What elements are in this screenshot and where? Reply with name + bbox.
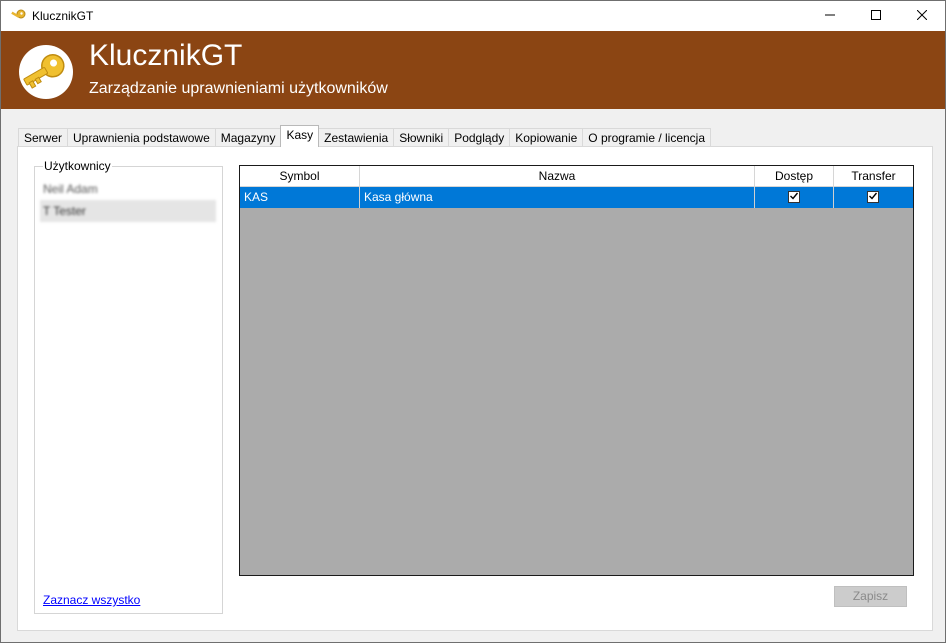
tab-magazyny[interactable]: Magazyny	[214, 128, 282, 147]
key-logo-icon	[19, 45, 73, 99]
app-window: KlucznikGT KlucznikGT Zarządzanie uprawn…	[0, 0, 946, 643]
minimize-icon	[825, 9, 835, 23]
tab-uprawnienia-podstawowe[interactable]: Uprawnienia podstawowe	[67, 128, 216, 147]
app-header: KlucznikGT Zarządzanie uprawnieniami uży…	[1, 31, 945, 109]
window-title: KlucznikGT	[32, 9, 94, 23]
key-icon	[10, 9, 26, 23]
title-bar[interactable]: KlucznikGT	[1, 1, 945, 31]
select-all-link[interactable]: Zaznacz wszystko	[43, 593, 140, 607]
column-header-dostep[interactable]: Dostęp	[755, 166, 834, 187]
cell-transfer	[834, 187, 913, 208]
app-name: KlucznikGT	[89, 39, 243, 72]
cell-nazwa[interactable]: Kasa główna	[360, 187, 755, 208]
tab-slowniki[interactable]: Słowniki	[393, 128, 450, 147]
close-button[interactable]	[899, 1, 945, 31]
transfer-checkbox[interactable]	[867, 191, 879, 203]
tab-serwer[interactable]: Serwer	[18, 128, 69, 147]
cash-registers-grid: Symbol Nazwa Dostęp Transfer KAS Kasa gł…	[239, 165, 914, 576]
cell-dostep	[755, 187, 834, 208]
users-group-label: Użytkownicy	[43, 159, 112, 173]
tab-bar: Serwer Uprawnienia podstawowe Magazyny K…	[18, 125, 712, 147]
users-group-box	[34, 166, 223, 614]
cell-symbol[interactable]: KAS	[240, 187, 360, 208]
save-button[interactable]: Zapisz	[834, 586, 907, 607]
maximize-button[interactable]	[853, 1, 899, 31]
dostep-checkbox[interactable]	[788, 191, 800, 203]
grid-header: Symbol Nazwa Dostęp Transfer	[240, 166, 913, 187]
user-list-item[interactable]: Neil Adam	[40, 178, 216, 200]
column-header-transfer[interactable]: Transfer	[834, 166, 913, 187]
app-subtitle: Zarządzanie uprawnieniami użytkowników	[89, 80, 388, 97]
column-header-nazwa[interactable]: Nazwa	[360, 166, 755, 187]
tab-kasy[interactable]: Kasy	[280, 125, 320, 147]
column-header-symbol[interactable]: Symbol	[240, 166, 360, 187]
close-icon	[916, 9, 928, 23]
tab-kopiowanie[interactable]: Kopiowanie	[509, 128, 584, 147]
tab-zestawienia[interactable]: Zestawienia	[318, 128, 395, 147]
checkmark-icon	[868, 187, 878, 208]
tab-o-programie[interactable]: O programie / licencja	[582, 128, 712, 147]
minimize-button[interactable]	[807, 1, 853, 31]
tab-podglady[interactable]: Podglądy	[448, 128, 511, 147]
user-list-item-selected[interactable]: T Tester	[40, 200, 216, 222]
checkmark-icon	[789, 187, 799, 208]
maximize-icon	[871, 9, 881, 23]
table-row[interactable]: KAS Kasa główna	[240, 187, 913, 208]
